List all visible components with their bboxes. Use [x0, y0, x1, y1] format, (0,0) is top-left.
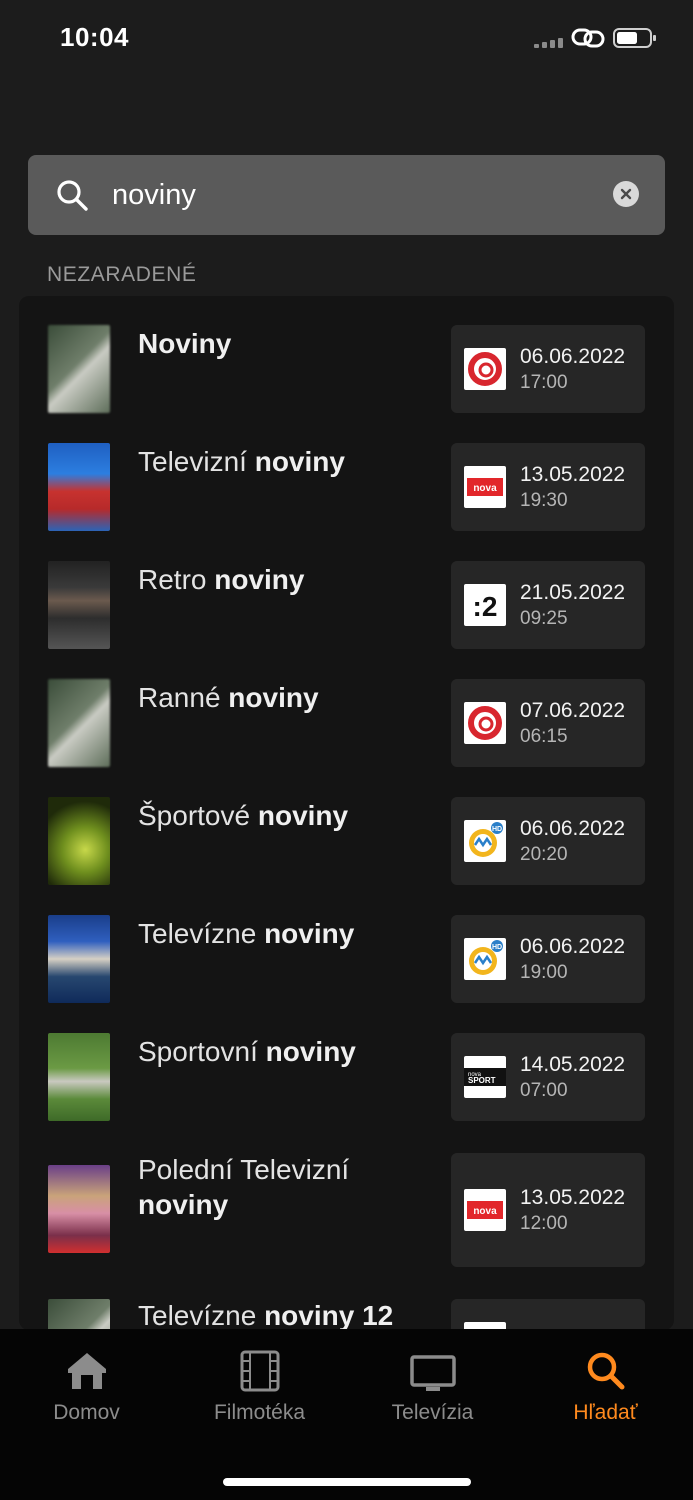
air-time: 09:25 [520, 608, 568, 629]
section-label: NEZARADENÉ [47, 263, 197, 286]
thumbnail [48, 1033, 110, 1121]
item-title: Polední Televizní noviny [138, 1154, 350, 1220]
list-item[interactable]: Televízne noviny 12 [19, 1274, 674, 1330]
air-date: 06.06.2022 [520, 935, 626, 958]
tv-icon [409, 1355, 456, 1391]
thumbnail [48, 325, 110, 413]
airing-card[interactable]: nova 13.05.2022 12:00 [451, 1153, 645, 1267]
item-title: Ranné noviny [138, 682, 319, 713]
thumbnail [48, 797, 110, 885]
air-time: 07:00 [520, 1080, 568, 1101]
svg-text:nova: nova [473, 1206, 497, 1217]
thumbnail [48, 915, 110, 1003]
airing-card[interactable] [451, 1299, 645, 1330]
tab-label: Hľadať [573, 1401, 638, 1424]
air-time: 19:30 [520, 490, 568, 511]
tab-film[interactable]: Filmotéka [173, 1329, 346, 1439]
thumbnail [48, 443, 110, 531]
battery-icon [613, 28, 656, 48]
air-date: 06.06.2022 [520, 345, 626, 368]
air-date: 21.05.2022 [520, 581, 626, 604]
thumbnail [48, 1299, 110, 1330]
air-time: 20:20 [520, 844, 568, 865]
airing-card[interactable]: 06.06.2022 17:00 [451, 325, 645, 413]
air-time: 06:15 [520, 726, 568, 747]
airing-card[interactable]: nova SPORT 14.05.2022 07:00 [451, 1033, 645, 1121]
air-time: 17:00 [520, 372, 568, 393]
airing-card[interactable]: HD 06.06.2022 19:00 [451, 915, 645, 1003]
home-icon [67, 1353, 106, 1389]
airing-card[interactable]: HD 06.06.2022 20:20 [451, 797, 645, 885]
item-title: Televízne noviny [138, 918, 355, 949]
nova-sport-logo-icon: nova SPORT [464, 1056, 506, 1098]
list-item[interactable]: Polední Televizní noviny nova 13.05.2022… [19, 1122, 674, 1274]
search-icon [57, 180, 88, 211]
air-date: 07.06.2022 [520, 699, 626, 722]
item-title: Televizní noviny [138, 446, 345, 477]
air-date: 13.05.2022 [520, 463, 626, 486]
air-time: 12:00 [520, 1213, 568, 1234]
svg-text:nova: nova [473, 483, 497, 494]
tab-label: Domov [53, 1401, 120, 1424]
status-bar: 10:04 [0, 0, 693, 80]
nova-logo-icon: nova [464, 1189, 506, 1231]
thumbnail [48, 679, 110, 767]
air-date: 13.05.2022 [520, 1186, 626, 1209]
search-icon [587, 1352, 624, 1390]
svg-text:HD: HD [492, 826, 502, 833]
item-title: Sportovní noviny [138, 1036, 356, 1067]
thumbnail [48, 561, 110, 649]
markiza-logo-icon: HD [464, 820, 506, 862]
link-icon [571, 28, 605, 48]
list-item[interactable]: Retro noviny :2 21.05.2022 09:25 [19, 532, 674, 650]
dvojka-logo-icon: :2 [464, 584, 506, 626]
tab-label: Televízia [391, 1401, 474, 1424]
item-title: Retro noviny [138, 564, 305, 595]
markiza-logo-icon: HD [464, 938, 506, 980]
item-title: Noviny [138, 328, 232, 359]
tab-search[interactable]: Hľadať [519, 1329, 692, 1439]
tab-bar: Domov Filmotéka Televízia Hľadať [0, 1329, 693, 1500]
nova-logo-icon: nova [464, 466, 506, 508]
list-item[interactable]: Televízne noviny HD 06.06.2022 19:00 [19, 886, 674, 1004]
svg-text::2: :2 [473, 591, 498, 622]
list-item[interactable]: Televizní noviny nova 13.05.2022 19:30 [19, 414, 674, 532]
air-time: 19:00 [520, 962, 568, 983]
signal-icon [534, 38, 566, 48]
film-icon [240, 1350, 279, 1392]
item-title: Televízne noviny 12 [138, 1300, 394, 1330]
airing-card[interactable]: nova 13.05.2022 19:30 [451, 443, 645, 531]
results-list[interactable]: Noviny 06.06.2022 17:00 Televizní noviny… [19, 296, 674, 1330]
joj-logo-icon [464, 702, 506, 744]
tab-tv[interactable]: Televízia [346, 1329, 519, 1439]
tab-home[interactable]: Domov [0, 1329, 173, 1439]
list-item[interactable]: Noviny 06.06.2022 17:00 [19, 296, 674, 414]
close-icon [620, 188, 632, 200]
svg-text:SPORT: SPORT [468, 1076, 496, 1085]
thumbnail [48, 1165, 110, 1253]
air-date: 06.06.2022 [520, 817, 626, 840]
clear-search-button[interactable] [613, 181, 639, 207]
list-item[interactable]: Športové noviny HD 06.06.2022 20:20 [19, 768, 674, 886]
list-item[interactable]: Sportovní noviny nova SPORT 14.05.2022 07… [19, 1004, 674, 1122]
search-input[interactable] [112, 175, 592, 215]
tab-label: Filmotéka [213, 1401, 306, 1424]
status-time: 10:04 [60, 22, 129, 52]
air-date: 14.05.2022 [520, 1053, 626, 1076]
joj-logo-icon [464, 348, 506, 390]
home-indicator [223, 1478, 471, 1486]
svg-text:HD: HD [492, 944, 502, 951]
airing-card[interactable]: 07.06.2022 06:15 [451, 679, 645, 767]
list-item[interactable]: Ranné noviny 07.06.2022 06:15 [19, 650, 674, 768]
item-title: Športové noviny [138, 800, 349, 831]
airing-card[interactable]: :2 21.05.2022 09:25 [451, 561, 645, 649]
search-bar[interactable] [28, 155, 665, 235]
